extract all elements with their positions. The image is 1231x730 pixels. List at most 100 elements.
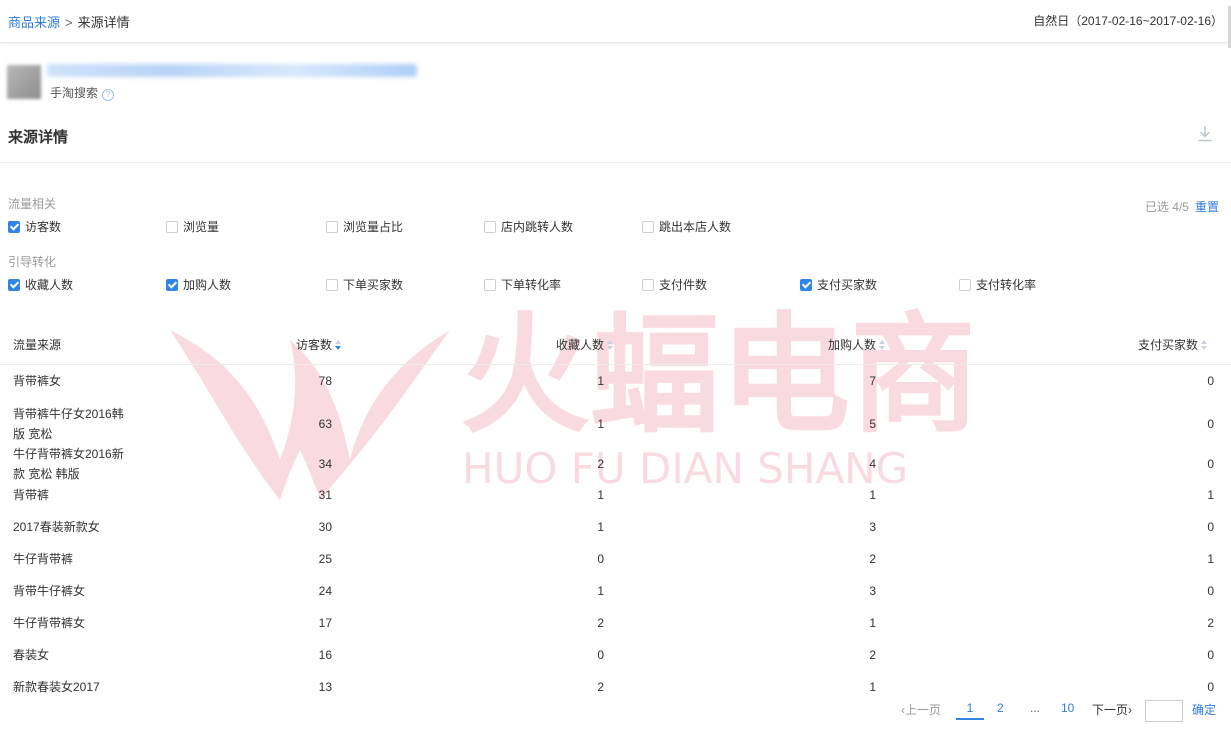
source-thumbnail xyxy=(7,65,41,99)
table-row: 牛仔背带裤 25 0 2 1 xyxy=(0,548,1231,570)
checkbox-unchecked-icon[interactable] xyxy=(166,221,178,233)
checkbox-checked-icon[interactable] xyxy=(166,279,178,291)
sort-icon[interactable] xyxy=(879,340,886,350)
page-2-button[interactable]: 2 xyxy=(997,701,1004,715)
source-header: 手淘搜索? xyxy=(7,64,427,101)
checkbox-label: 跳出本店人数 xyxy=(659,220,732,234)
cell-source: 2017春装新款女 xyxy=(13,520,100,534)
cell-source: 牛仔背带裤女2016新款 宽松 韩版 xyxy=(13,447,124,481)
page-jump-input[interactable] xyxy=(1145,700,1183,722)
checkbox-label: 收藏人数 xyxy=(25,278,74,292)
cell-visitors: 13 xyxy=(318,680,332,694)
cell-visitors: 25 xyxy=(318,552,332,566)
checkbox-conversion-4[interactable]: 支付件数 xyxy=(642,277,707,293)
conversion-group-label: 引导转化 xyxy=(8,255,57,269)
checkbox-label: 访客数 xyxy=(25,220,62,234)
cell-visitors: 78 xyxy=(318,374,332,388)
header-visitors-label: 访客数 xyxy=(296,338,333,352)
header-source: 流量来源 xyxy=(13,336,61,353)
cell-favorites: 1 xyxy=(597,584,604,598)
header-add-to-cart[interactable]: 加购人数 xyxy=(828,336,886,353)
sort-icon[interactable] xyxy=(1201,340,1208,350)
table-header-row: 流量来源 访客数 收藏人数 加购人数 支付买家数 xyxy=(0,328,1231,365)
checkbox-unchecked-icon[interactable] xyxy=(642,279,654,291)
cell-add-to-cart: 3 xyxy=(869,520,876,534)
cell-paying-buyers: 0 xyxy=(1207,584,1214,598)
page-jump-confirm-button[interactable]: 确定 xyxy=(1192,701,1216,718)
cell-visitors: 30 xyxy=(318,520,332,534)
sort-icon[interactable] xyxy=(335,340,342,350)
cell-favorites: 1 xyxy=(597,520,604,534)
download-icon[interactable] xyxy=(1197,125,1213,143)
checkbox-unchecked-icon[interactable] xyxy=(484,221,496,233)
checkbox-traffic-1[interactable]: 浏览量 xyxy=(166,219,219,235)
cell-source: 春装女 xyxy=(13,648,50,662)
checkbox-checked-icon[interactable] xyxy=(800,279,812,291)
cell-paying-buyers: 0 xyxy=(1207,374,1214,388)
cell-paying-buyers: 0 xyxy=(1207,680,1214,694)
checkbox-unchecked-icon[interactable] xyxy=(642,221,654,233)
page-ellipsis: ... xyxy=(1030,701,1041,715)
header-visitors[interactable]: 访客数 xyxy=(296,336,342,353)
checkbox-unchecked-icon[interactable] xyxy=(326,221,338,233)
cell-add-to-cart: 1 xyxy=(869,616,876,630)
page-10-button[interactable]: 10 xyxy=(1061,701,1074,715)
cell-paying-buyers: 1 xyxy=(1207,552,1214,566)
reset-link[interactable]: 重置 xyxy=(1195,200,1219,214)
checkbox-traffic-4[interactable]: 跳出本店人数 xyxy=(642,219,731,235)
checkbox-checked-icon[interactable] xyxy=(8,221,20,233)
cell-add-to-cart: 1 xyxy=(869,488,876,502)
cell-visitors: 63 xyxy=(318,417,332,431)
blurred-source-title xyxy=(47,64,417,77)
cell-source: 牛仔背带裤女 xyxy=(13,616,86,630)
header-favorites[interactable]: 收藏人数 xyxy=(556,336,614,353)
cell-source: 背带裤女 xyxy=(13,374,62,388)
cell-paying-buyers: 2 xyxy=(1207,616,1214,630)
cell-source: 牛仔背带裤 xyxy=(13,552,74,566)
checkbox-conversion-1[interactable]: 加购人数 xyxy=(166,277,231,293)
page-1-button[interactable]: 1 xyxy=(956,701,984,720)
cell-favorites: 0 xyxy=(597,552,604,566)
header-paying-buyers-label: 支付买家数 xyxy=(1138,338,1199,352)
checkbox-label: 店内跳转人数 xyxy=(501,220,574,234)
checkbox-conversion-0[interactable]: 收藏人数 xyxy=(8,277,73,293)
checkbox-unchecked-icon[interactable] xyxy=(326,279,338,291)
checkbox-unchecked-icon[interactable] xyxy=(959,279,971,291)
date-range-selector[interactable]: 自然日（2017-02-16~2017-02-16） xyxy=(1033,12,1223,29)
checkbox-label: 加购人数 xyxy=(183,278,232,292)
help-icon[interactable]: ? xyxy=(102,89,115,101)
cell-add-to-cart: 2 xyxy=(869,648,876,662)
sort-icon[interactable] xyxy=(607,340,614,350)
cell-favorites: 0 xyxy=(597,648,604,662)
checkbox-label: 支付转化率 xyxy=(976,278,1037,292)
header-paying-buyers[interactable]: 支付买家数 xyxy=(1138,336,1208,353)
checkbox-traffic-0[interactable]: 访客数 xyxy=(8,219,61,235)
cell-source: 背带裤 xyxy=(13,488,50,502)
breadcrumb-parent-link[interactable]: 商品来源 xyxy=(8,15,60,30)
cell-source: 新款春装女2017 xyxy=(13,680,100,694)
table-row: 背带裤牛仔女2016韩版 宽松 63 1 5 0 xyxy=(0,404,1231,444)
checkbox-conversion-2[interactable]: 下单买家数 xyxy=(326,277,403,293)
table-row: 背带裤女 78 1 7 0 xyxy=(0,370,1231,392)
checkbox-traffic-3[interactable]: 店内跳转人数 xyxy=(484,219,573,235)
cell-paying-buyers: 0 xyxy=(1207,520,1214,534)
cell-visitors: 16 xyxy=(318,648,332,662)
cell-paying-buyers: 0 xyxy=(1207,417,1214,431)
cell-add-to-cart: 7 xyxy=(869,374,876,388)
cell-add-to-cart: 1 xyxy=(869,680,876,694)
prev-page-button[interactable]: ‹上一页 xyxy=(901,701,941,718)
cell-add-to-cart: 2 xyxy=(869,552,876,566)
checkbox-checked-icon[interactable] xyxy=(8,279,20,291)
next-page-button[interactable]: 下一页› xyxy=(1092,701,1132,718)
cell-paying-buyers: 0 xyxy=(1207,648,1214,662)
checkbox-conversion-3[interactable]: 下单转化率 xyxy=(484,277,561,293)
checkbox-traffic-2[interactable]: 浏览量占比 xyxy=(326,219,403,235)
checkbox-conversion-5[interactable]: 支付买家数 xyxy=(800,277,877,293)
cell-visitors: 17 xyxy=(318,616,332,630)
cell-favorites: 2 xyxy=(597,680,604,694)
checkbox-conversion-6[interactable]: 支付转化率 xyxy=(959,277,1036,293)
checkbox-unchecked-icon[interactable] xyxy=(484,279,496,291)
cell-visitors: 31 xyxy=(318,488,332,502)
checkbox-label: 浏览量占比 xyxy=(343,220,404,234)
breadcrumb-current: 来源详情 xyxy=(77,15,130,30)
